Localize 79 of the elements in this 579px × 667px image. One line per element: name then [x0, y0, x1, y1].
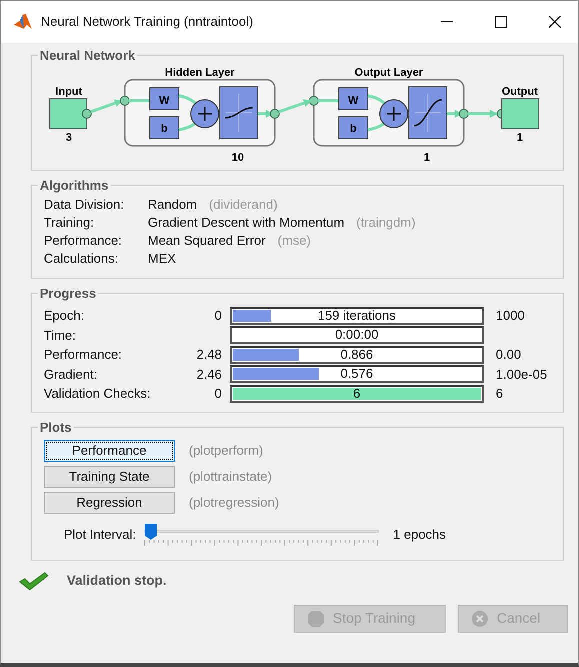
field-label: Data Division:	[44, 196, 126, 214]
sum-icon	[380, 100, 408, 128]
progress-bar: 159 iterations	[230, 306, 484, 325]
plot-interval-reading: 1 epochs	[393, 526, 446, 544]
field-label: Calculations:	[44, 250, 120, 268]
matlab-logo-icon	[13, 13, 33, 31]
layer-size: 10	[232, 152, 244, 164]
output-label: Output	[502, 86, 538, 98]
field-label: Performance:	[44, 232, 124, 250]
end-value: 6	[495, 385, 504, 403]
minimize-icon	[441, 21, 453, 23]
connector-line	[129, 100, 150, 102]
progress-bar: 0.576	[230, 365, 484, 384]
progress-bar: 6	[230, 384, 484, 403]
close-icon	[549, 16, 561, 28]
maximize-icon	[495, 16, 507, 28]
progress-label: Validation Checks:	[44, 385, 152, 403]
connector-dot	[459, 109, 469, 119]
layer-title: Output Layer	[354, 67, 424, 79]
status-message: Validation stop.	[67, 572, 167, 590]
start-value: 2.48	[196, 346, 222, 364]
output-size: 1	[516, 132, 524, 144]
start-value: 2.46	[196, 366, 222, 384]
plot-button[interactable]: Regression	[44, 492, 175, 514]
field-label: Training:	[44, 214, 96, 232]
progress-bar: 0:00:00	[230, 326, 484, 344]
field-value: Random	[148, 196, 198, 214]
field-value: MEX	[148, 250, 176, 268]
cancel-icon	[471, 610, 489, 628]
function-name: (mse)	[278, 232, 311, 250]
bias-block: b	[338, 116, 368, 140]
bias-block: b	[150, 116, 180, 140]
end-value: 0.00	[495, 346, 522, 364]
weight-block: W	[338, 88, 368, 110]
function-name: (plotperform)	[189, 442, 264, 460]
layer-size: 1	[424, 152, 430, 164]
field-value: Gradient Descent with Momentum	[148, 214, 345, 232]
progress-label: Epoch:	[44, 307, 86, 325]
plot-button[interactable]: Training State	[44, 466, 175, 488]
start-value: 0	[214, 385, 222, 403]
transfer-function-icon	[220, 86, 258, 140]
function-name: (traingdm)	[356, 214, 416, 232]
start-value: 0	[214, 307, 222, 325]
connector-arrow	[90, 100, 123, 114]
connector-dot	[120, 96, 130, 106]
layer-title: Hidden Layer	[165, 67, 235, 79]
connector-dot	[270, 109, 280, 119]
end-value: 1000	[495, 307, 526, 325]
function-name: (dividerand)	[209, 196, 278, 214]
progress-label: Performance:	[44, 346, 124, 364]
input-node	[50, 98, 88, 130]
progress-label: Gradient:	[44, 366, 98, 384]
plot-interval-label: Plot Interval:	[64, 526, 136, 544]
function-name: (plotregression)	[189, 494, 280, 512]
progress-bar: 0.866	[230, 346, 484, 364]
window-title: Neural Network Training (nntraintool)	[41, 13, 254, 32]
output-node	[502, 98, 540, 130]
progress-label: Time:	[44, 326, 78, 344]
connector-arrow	[278, 100, 312, 114]
panel-title: Neural Network	[39, 49, 136, 62]
connector-line	[318, 100, 339, 102]
plot-interval-slider[interactable]	[144, 522, 380, 548]
field-value: Mean Squared Error	[148, 232, 266, 250]
connector-arrow	[468, 110, 498, 118]
transfer-function-icon	[408, 86, 448, 140]
input-size: 3	[66, 132, 72, 144]
panel-title: Algorithms	[39, 179, 110, 192]
stop-sign-icon	[307, 610, 325, 628]
plot-button[interactable]: Performance	[44, 440, 175, 462]
panel-title: Plots	[39, 420, 73, 434]
sum-icon	[190, 100, 220, 128]
weight-block: W	[150, 88, 180, 110]
input-label: Input	[56, 86, 82, 98]
slider-thumb[interactable]	[144, 522, 158, 540]
function-name: (plottrainstate)	[189, 468, 272, 486]
connector-dot	[82, 109, 92, 119]
end-value: 1.00e-05	[495, 366, 548, 384]
panel-title: Progress	[39, 287, 98, 300]
checkmark-icon	[19, 570, 49, 591]
